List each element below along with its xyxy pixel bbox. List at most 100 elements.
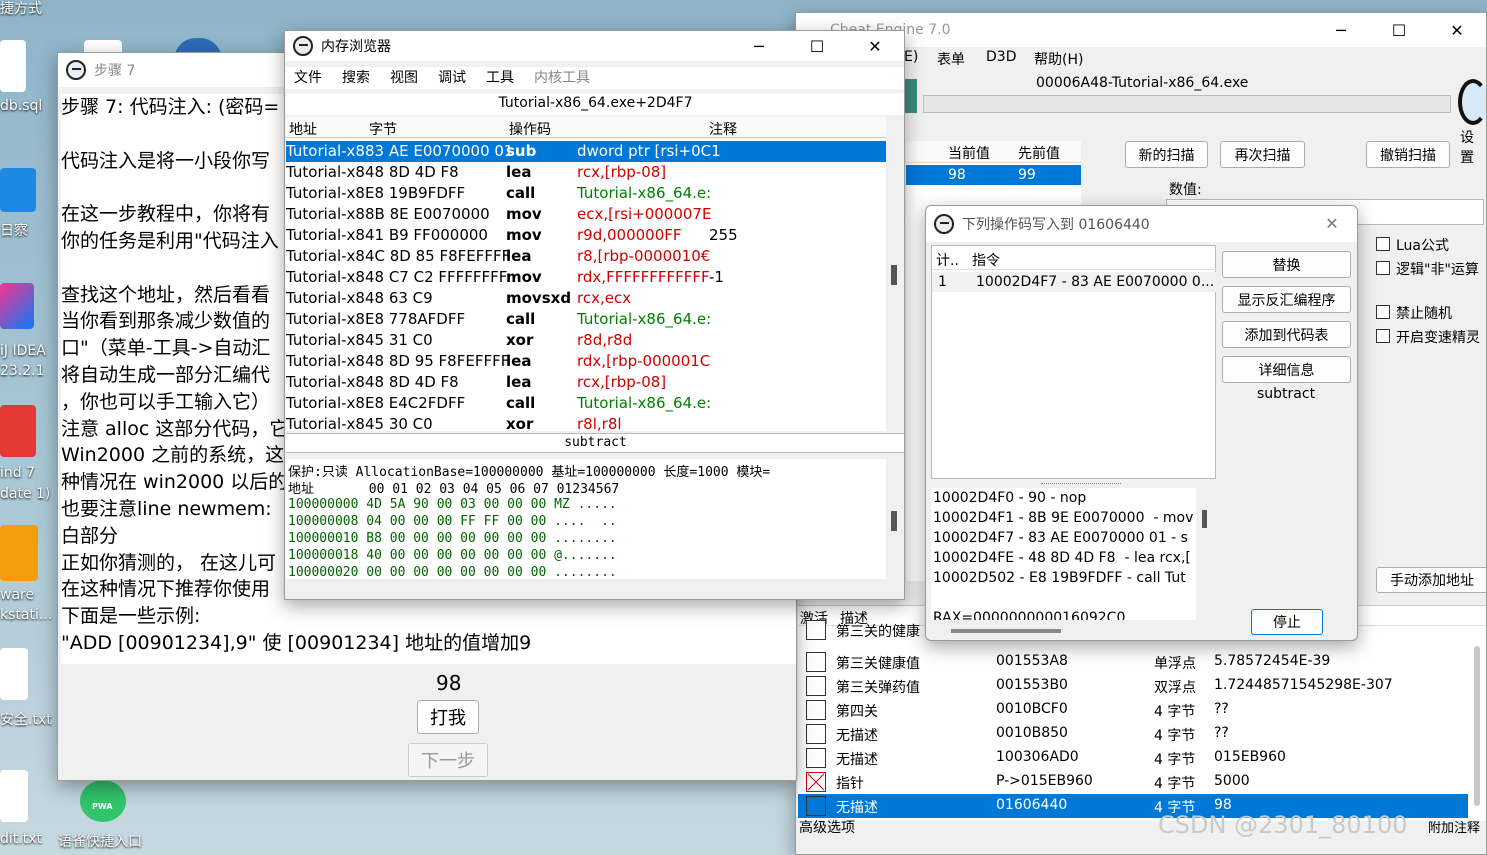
menu-kernel-tools[interactable]: 内核工具 <box>534 67 590 87</box>
active-checkbox[interactable] <box>806 724 826 744</box>
active-checkbox[interactable] <box>806 620 826 640</box>
next-scan-button[interactable]: 再次扫描 <box>1220 141 1305 168</box>
menu-file[interactable]: 文件 <box>294 67 322 87</box>
new-scan-button[interactable]: 新的扫描 <box>1125 141 1208 168</box>
writer-row[interactable]: 1 10002D4F7 - 83 AE E0070000 0... <box>932 272 1217 292</box>
maximize-icon[interactable]: ☐ <box>788 31 846 61</box>
disasm-row[interactable]: Tutorial-x848 8D 4D F8 lea rcx,[rbp-08] <box>286 372 886 393</box>
intellij-icon[interactable] <box>0 283 34 329</box>
address-row[interactable]: 无描述 0010B850 4 字节?? <box>798 722 1468 746</box>
speedhack-checkbox[interactable] <box>1376 329 1390 343</box>
menu-view[interactable]: 视图 <box>390 67 418 87</box>
address-row[interactable]: 指针 P->015EB960 4 字节 5000 <box>798 770 1468 794</box>
col-opcode[interactable]: 操作码 <box>509 119 551 139</box>
maximize-icon[interactable]: ☐ <box>1370 13 1428 47</box>
menu-search[interactable]: 搜索 <box>342 67 370 87</box>
logic-not-checkbox[interactable] <box>1376 261 1390 275</box>
app-icon[interactable] <box>0 168 36 212</box>
desktop-label[interactable]: kstati... <box>0 607 52 623</box>
desktop-label[interactable]: ind 7 <box>0 465 35 481</box>
col-address[interactable]: 地址 <box>289 119 317 139</box>
hit-me-button[interactable]: 打我 <box>417 700 479 734</box>
disasm-row[interactable]: Tutorial-x84C 8D 85 F8FEFFFF lea r8,[rbp-0… <box>286 246 886 267</box>
desktop-label[interactable]: 23.2.1 <box>0 363 45 379</box>
desktop-label[interactable]: db.sql <box>0 98 42 114</box>
disasm-row[interactable]: Tutorial-x845 30 C0 xor r8l,r8l <box>286 414 886 431</box>
menu-item[interactable]: E) <box>904 49 918 65</box>
stop-button[interactable]: 停止 <box>1251 609 1323 635</box>
pwa-badge: PWA <box>92 802 113 811</box>
no-random-checkbox[interactable] <box>1376 305 1390 319</box>
sql-file-icon[interactable] <box>0 40 26 92</box>
hex-scrollbar[interactable] <box>891 511 897 531</box>
col-instruction[interactable]: 指令 <box>972 250 1000 270</box>
col-previous[interactable]: 先前值 <box>1018 143 1060 163</box>
preview-scrollbar[interactable] <box>1202 510 1207 528</box>
disasm-row[interactable]: Tutorial-x8E8 E4C2FDFF call Tutorial-x86_6… <box>286 393 886 414</box>
list-scrollbar[interactable] <box>1474 646 1480 806</box>
address-row[interactable]: 第三关弹药值 001553B0 双浮点 1.72448571545298E-307 <box>798 674 1468 698</box>
menu-item[interactable]: 帮助(H) <box>1034 49 1083 69</box>
desktop-label[interactable]: ware <box>0 587 34 603</box>
address-row[interactable]: 无描述 100306AD0 4 字节 015EB960 <box>798 746 1468 770</box>
next-step-button[interactable]: 下一步 <box>408 743 488 777</box>
close-icon[interactable]: ✕ <box>1309 208 1355 238</box>
add-to-codelist-button[interactable]: 添加到代码表 <box>1222 321 1351 348</box>
menu-item[interactable]: D3D <box>986 49 1016 65</box>
address-row[interactable]: 第四关 0010BCF0 4 字节?? <box>798 698 1468 722</box>
close-icon[interactable]: ✕ <box>1428 13 1486 47</box>
scan-row-selected[interactable]: 98 99 <box>906 165 1081 185</box>
disasm-row[interactable]: Tutorial-x88B 8E E0070000 mov ecx,[rsi+000… <box>286 204 886 225</box>
menu-item[interactable]: 表单 <box>937 49 965 69</box>
vmware-icon[interactable] <box>0 525 38 581</box>
replace-button[interactable]: 替换 <box>1222 251 1351 278</box>
xmind-icon[interactable] <box>0 405 36 457</box>
desktop-label[interactable]: 安全.txt <box>0 709 52 729</box>
undo-scan-button[interactable]: 撤销扫描 <box>1366 141 1450 168</box>
active-checkbox[interactable] <box>806 652 826 672</box>
show-disassembler-button[interactable]: 显示反汇编程序 <box>1222 286 1351 313</box>
desktop-label[interactable]: 日察 <box>0 220 28 240</box>
disasm-row[interactable]: Tutorial-x848 8D 4D F8 lea rcx,[rbp-08] <box>286 162 886 183</box>
disasm-row[interactable]: Tutorial-x8E8 19B9FDFF call Tutorial-x86_6… <box>286 183 886 204</box>
disasm-scrollbar[interactable] <box>891 265 897 285</box>
txt-file-icon[interactable] <box>0 770 28 822</box>
disasm-row[interactable]: Tutorial-x848 C7 C2 FFFFFFFF mov rdx,FFFFF… <box>286 267 886 288</box>
disasm-row[interactable]: Tutorial-x848 8D 95 F8FEFFFF lea rdx,[rbp-… <box>286 351 886 372</box>
active-checkbox[interactable] <box>806 676 826 696</box>
col-count[interactable]: 计.. <box>936 250 959 270</box>
disasm-row[interactable]: Tutorial-x8E8 778AFDFF call Tutorial-x86_6… <box>286 309 886 330</box>
desktop-label[interactable]: date 1) <box>0 486 50 502</box>
minimize-icon[interactable]: ─ <box>730 31 788 61</box>
lua-formula-checkbox[interactable] <box>1376 237 1390 251</box>
address-row[interactable]: 第三关健康值 001553A8 单浮点 5.78572454E-39 <box>798 650 1468 674</box>
col-current[interactable]: 当前值 <box>948 143 990 163</box>
col-comment[interactable]: 注释 <box>709 119 737 139</box>
yuque-icon[interactable] <box>80 780 126 822</box>
desktop-label[interactable]: iJ IDEA <box>0 343 46 359</box>
desktop-label[interactable]: 语雀快捷入口 <box>58 831 142 851</box>
active-checkbox[interactable] <box>806 748 826 768</box>
disasm-row[interactable]: Tutorial-x848 63 C9 movsxd rcx,ecx <box>286 288 886 309</box>
disasm-row[interactable]: Tutorial-x841 B9 FF000000 mov r9d,000000FF… <box>286 225 886 246</box>
txt-file-icon[interactable] <box>0 648 28 700</box>
close-icon[interactable]: ✕ <box>846 31 904 61</box>
disasm-row[interactable]: Tutorial-x845 31 C0 xor r8d,r8d <box>286 330 886 351</box>
menu-tools[interactable]: 工具 <box>486 67 514 87</box>
minimize-icon[interactable]: ─ <box>1312 13 1370 47</box>
desktop-label[interactable]: dit.txt <box>0 831 42 847</box>
manual-add-button[interactable]: 手动添加地址 <box>1376 567 1486 593</box>
more-info-button[interactable]: 详细信息 <box>1222 356 1351 383</box>
col-bytes[interactable]: 字节 <box>369 119 397 139</box>
preview-hscrollbar[interactable] <box>951 629 1061 633</box>
disasm-row[interactable]: Tutorial-x883 AE E0070000 01 sub dword ptr… <box>286 141 886 162</box>
append-comment[interactable]: 附加注释 <box>1428 817 1480 836</box>
active-checkbox[interactable] <box>806 796 826 816</box>
active-checkbox[interactable] <box>806 700 826 720</box>
menu-debug[interactable]: 调试 <box>438 67 466 87</box>
settings-label[interactable]: 设置 <box>1460 127 1486 167</box>
active-checkbox[interactable] <box>806 772 826 792</box>
ce-logo-icon[interactable] <box>1458 79 1486 125</box>
advanced-options[interactable]: 高级选项 <box>799 817 855 837</box>
splitter[interactable] <box>1041 483 1121 485</box>
